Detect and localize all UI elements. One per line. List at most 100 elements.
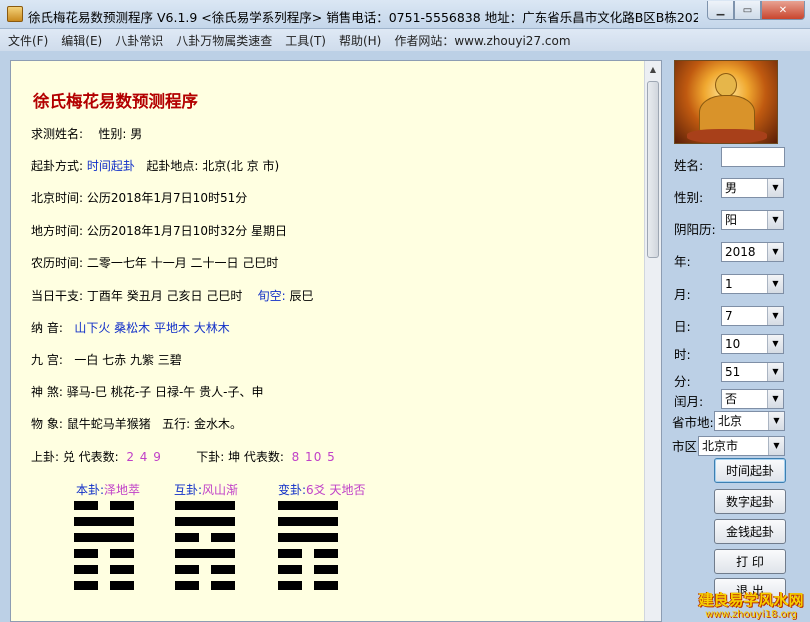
menu-file[interactable]: 文件(F) <box>8 32 48 49</box>
year-select[interactable]: 2018 ▼ <box>721 242 784 262</box>
hu-gua-label: 互卦: <box>174 483 203 497</box>
month-select-value: 1 <box>725 277 733 291</box>
menu-bagua-lookup[interactable]: 八卦万物属类速查 <box>176 32 272 49</box>
chevron-down-icon[interactable]: ▼ <box>767 275 783 293</box>
upper-trigram-label: 上卦: 兑 代表数: <box>31 450 119 464</box>
yang-line-segment <box>175 549 235 558</box>
chevron-down-icon[interactable]: ▼ <box>767 307 783 325</box>
chevron-down-icon[interactable]: ▼ <box>767 179 783 197</box>
yin-line-segment <box>175 565 199 574</box>
menu-bar: 文件(F) 编辑(E) 八卦常识 八卦万物属类速查 工具(T) 帮助(H) 作者… <box>0 29 810 51</box>
leap-select[interactable]: 否 ▼ <box>721 389 784 409</box>
ben-gua-title: 本卦:泽地萃 <box>76 481 140 498</box>
hour-select[interactable]: 10 ▼ <box>721 334 784 354</box>
name-input[interactable] <box>721 147 785 167</box>
line-nayin: 纳 音: 山下火 桑松木 平地木 大林木 <box>31 319 230 336</box>
scroll-up-arrow-icon[interactable]: ▲ <box>645 61 661 78</box>
yang-line <box>278 501 338 510</box>
yang-line <box>278 533 338 542</box>
calendar-field-label: 阴阳历: <box>674 222 716 237</box>
calendar-select[interactable]: 阳 ▼ <box>721 210 784 230</box>
app-icon[interactable] <box>7 6 23 22</box>
menu-help[interactable]: 帮助(H) <box>339 32 381 49</box>
gender-value: 男 <box>130 127 143 141</box>
yang-line <box>74 533 134 542</box>
scroll-thumb[interactable] <box>647 81 659 258</box>
chevron-down-icon[interactable]: ▼ <box>767 363 783 381</box>
yin-line-segment <box>278 565 302 574</box>
minimize-icon: ▁ <box>716 4 725 16</box>
yin-line-segment <box>74 565 98 574</box>
yin-line-segment <box>278 549 302 558</box>
yin-line <box>278 581 338 590</box>
day-select[interactable]: 7 ▼ <box>721 306 784 326</box>
bj-time-value: 公历2018年1月7日10时51分 <box>86 191 248 205</box>
gender-select[interactable]: 男 ▼ <box>721 178 784 198</box>
report-area[interactable]: 徐氏梅花易数预测程序 求测姓名: 性别: 男 起卦方式: 时间起卦 起卦地点: … <box>10 60 662 622</box>
window-title: 徐氏梅花易数预测程序 V6.1.9 <徐氏易学系列程序> 销售电话：0751-5… <box>28 10 698 25</box>
hu-gua-name: 风山渐 <box>202 483 239 497</box>
chevron-down-icon[interactable]: ▼ <box>768 437 784 455</box>
leap-field-label: 闰月: <box>674 394 704 409</box>
menu-tools[interactable]: 工具(T) <box>285 32 326 49</box>
buddha-head <box>715 73 737 97</box>
close-button[interactable]: ✕ <box>761 1 805 20</box>
bian-gua-title: 变卦:6爻 天地否 <box>278 481 366 498</box>
minute-select[interactable]: 51 ▼ <box>721 362 784 382</box>
maximize-button[interactable]: ▭ <box>734 1 761 20</box>
line-beijing-time: 北京时间: 公历2018年1月7日10时51分 <box>31 189 247 206</box>
time-divination-button[interactable]: 时间起卦 <box>714 458 786 483</box>
yin-line <box>175 581 235 590</box>
hour-field-label: 时: <box>674 347 691 362</box>
yin-line-segment <box>74 549 98 558</box>
line-lunar: 农历时间: 二零一七年 十一月 二十一日 己巳时 <box>31 254 278 271</box>
menu-author-site[interactable]: 作者网站：www.zhouyi27.com <box>394 32 570 49</box>
minimize-button[interactable]: ▁ <box>707 1 734 20</box>
print-button[interactable]: 打 印 <box>714 549 786 574</box>
yin-line-segment <box>110 549 134 558</box>
report-title: 徐氏梅花易数预测程序 <box>33 92 198 111</box>
menu-edit[interactable]: 编辑(E) <box>61 32 102 49</box>
province-select[interactable]: 北京 ▼ <box>714 411 785 431</box>
city-select[interactable]: 北京市 ▼ <box>698 436 785 456</box>
nayin-value: 山下火 桑松木 平地木 大林木 <box>74 321 230 335</box>
leap-select-value: 否 <box>725 392 738 406</box>
nayin-label: 纳 音: <box>31 321 63 335</box>
ben-gua-name: 泽地萃 <box>104 483 141 497</box>
month-select[interactable]: 1 ▼ <box>721 274 784 294</box>
bj-time-label: 北京时间: <box>31 191 84 205</box>
chevron-down-icon[interactable]: ▼ <box>767 390 783 408</box>
wuxiang-value: 鼠牛蛇马羊猴猪 <box>66 417 151 431</box>
yin-line-segment <box>110 565 134 574</box>
gender-label: 性别: <box>98 127 127 141</box>
jiugong-label: 九 宫: <box>31 353 63 367</box>
watermark: 建良易学风水网 www.zhouyi18.org <box>694 592 808 622</box>
yin-line <box>74 581 134 590</box>
province-select-value: 北京 <box>718 414 743 428</box>
yin-line <box>74 565 134 574</box>
yin-line-segment <box>74 581 98 590</box>
yin-line-segment <box>175 581 199 590</box>
number-divination-button[interactable]: 数字起卦 <box>714 489 786 514</box>
yin-line-segment <box>211 565 235 574</box>
yang-line-segment <box>74 517 134 526</box>
yin-line-segment <box>74 501 98 510</box>
vertical-scrollbar[interactable]: ▲ <box>644 61 661 621</box>
coin-divination-button[interactable]: 金钱起卦 <box>714 519 786 544</box>
gender-select-value: 男 <box>725 181 738 195</box>
yin-line-segment <box>211 533 235 542</box>
yin-line-segment <box>110 581 134 590</box>
line-trigrams: 上卦: 兑 代表数: 2 4 9 下卦: 坤 代表数: 8 10 5 <box>31 448 336 465</box>
watermark-title: 建良易学风水网 <box>698 591 804 609</box>
chevron-down-icon[interactable]: ▼ <box>767 243 783 261</box>
chevron-down-icon[interactable]: ▼ <box>767 335 783 353</box>
chevron-down-icon[interactable]: ▼ <box>768 412 784 430</box>
yin-line <box>175 565 235 574</box>
line-local-time: 地方时间: 公历2018年1月7日10时32分 星期日 <box>31 222 287 239</box>
yin-line <box>278 565 338 574</box>
menu-bagua-basics[interactable]: 八卦常识 <box>115 32 163 49</box>
province-field-label: 省市地: <box>672 415 714 430</box>
local-time-label: 地方时间: <box>31 224 84 238</box>
chevron-down-icon[interactable]: ▼ <box>767 211 783 229</box>
xunkong-value: 辰巳 <box>289 289 314 303</box>
